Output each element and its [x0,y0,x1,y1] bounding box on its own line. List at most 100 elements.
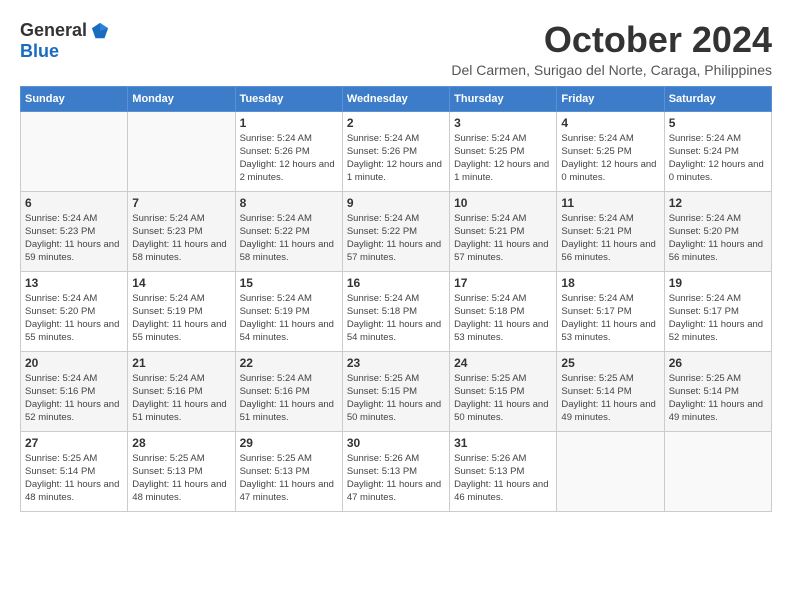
calendar-day-cell: 5 Sunrise: 5:24 AMSunset: 5:24 PMDaylight… [664,111,771,191]
day-number: 6 [25,196,123,210]
day-sun-info: Sunrise: 5:25 AMSunset: 5:13 PMDaylight:… [240,452,338,505]
day-sun-info: Sunrise: 5:24 AMSunset: 5:26 PMDaylight:… [240,132,338,185]
weekday-header: Friday [557,86,664,111]
calendar-day-cell: 24 Sunrise: 5:25 AMSunset: 5:15 PMDayligh… [450,351,557,431]
day-number: 19 [669,276,767,290]
day-number: 20 [25,356,123,370]
day-number: 25 [561,356,659,370]
calendar-day-cell: 30Sunrise: 5:26 AMSunset: 5:13 PMDayligh… [342,431,449,511]
calendar-day-cell: 31 Sunrise: 5:26 AMSunset: 5:13 PMDayligh… [450,431,557,511]
calendar-day-cell: 7 Sunrise: 5:24 AMSunset: 5:23 PMDaylight… [128,191,235,271]
day-sun-info: Sunrise: 5:24 AMSunset: 5:20 PMDaylight:… [25,292,123,345]
day-number: 31 [454,436,552,450]
day-sun-info: Sunrise: 5:24 AMSunset: 5:17 PMDaylight:… [561,292,659,345]
calendar-day-cell [557,431,664,511]
calendar-day-cell: 9 Sunrise: 5:24 AMSunset: 5:22 PMDaylight… [342,191,449,271]
calendar-day-cell: 11 Sunrise: 5:24 AMSunset: 5:21 PMDayligh… [557,191,664,271]
day-sun-info: Sunrise: 5:24 AMSunset: 5:18 PMDaylight:… [454,292,552,345]
calendar-day-cell: 3 Sunrise: 5:24 AMSunset: 5:25 PMDaylight… [450,111,557,191]
calendar-day-cell: 28 Sunrise: 5:25 AMSunset: 5:13 PMDayligh… [128,431,235,511]
day-number: 13 [25,276,123,290]
day-number: 17 [454,276,552,290]
day-number: 22 [240,356,338,370]
weekday-header: Wednesday [342,86,449,111]
day-sun-info: Sunrise: 5:25 AMSunset: 5:14 PMDaylight:… [669,372,767,425]
calendar-day-cell: 17 Sunrise: 5:24 AMSunset: 5:18 PMDayligh… [450,271,557,351]
calendar-day-cell: 6Sunrise: 5:24 AMSunset: 5:23 PMDaylight… [21,191,128,271]
day-sun-info: Sunrise: 5:24 AMSunset: 5:26 PMDaylight:… [347,132,445,185]
calendar-week-row: 13 Sunrise: 5:24 AMSunset: 5:20 PMDayligh… [21,271,772,351]
logo-general-text: General [20,20,87,41]
calendar-day-cell: 14Sunrise: 5:24 AMSunset: 5:19 PMDayligh… [128,271,235,351]
logo: General Blue [20,20,109,62]
calendar-day-cell: 15 Sunrise: 5:24 AMSunset: 5:19 PMDayligh… [235,271,342,351]
calendar-day-cell: 20 Sunrise: 5:24 AMSunset: 5:16 PMDayligh… [21,351,128,431]
location-subtitle: Del Carmen, Surigao del Norte, Caraga, P… [451,62,772,78]
title-section: October 2024 Del Carmen, Surigao del Nor… [451,20,772,78]
calendar-day-cell: 23Sunrise: 5:25 AMSunset: 5:15 PMDayligh… [342,351,449,431]
day-sun-info: Sunrise: 5:24 AMSunset: 5:19 PMDaylight:… [240,292,338,345]
day-sun-info: Sunrise: 5:26 AMSunset: 5:13 PMDaylight:… [454,452,552,505]
day-sun-info: Sunrise: 5:24 AMSunset: 5:23 PMDaylight:… [132,212,230,265]
calendar-day-cell [128,111,235,191]
day-sun-info: Sunrise: 5:24 AMSunset: 5:22 PMDaylight:… [347,212,445,265]
day-number: 16 [347,276,445,290]
calendar-day-cell: 2 Sunrise: 5:24 AMSunset: 5:26 PMDaylight… [342,111,449,191]
calendar-week-row: 27 Sunrise: 5:25 AMSunset: 5:14 PMDayligh… [21,431,772,511]
day-sun-info: Sunrise: 5:25 AMSunset: 5:13 PMDaylight:… [132,452,230,505]
weekday-header: Monday [128,86,235,111]
day-sun-info: Sunrise: 5:24 AMSunset: 5:18 PMDaylight:… [347,292,445,345]
day-sun-info: Sunrise: 5:24 AMSunset: 5:21 PMDaylight:… [561,212,659,265]
calendar-day-cell [664,431,771,511]
calendar-day-cell: 21Sunrise: 5:24 AMSunset: 5:16 PMDayligh… [128,351,235,431]
weekday-header: Sunday [21,86,128,111]
calendar-header-row: SundayMondayTuesdayWednesdayThursdayFrid… [21,86,772,111]
day-sun-info: Sunrise: 5:25 AMSunset: 5:14 PMDaylight:… [25,452,123,505]
page-header: General Blue October 2024 Del Carmen, Su… [20,20,772,78]
day-number: 7 [132,196,230,210]
day-sun-info: Sunrise: 5:24 AMSunset: 5:16 PMDaylight:… [132,372,230,425]
day-number: 1 [240,116,338,130]
calendar-day-cell: 13 Sunrise: 5:24 AMSunset: 5:20 PMDayligh… [21,271,128,351]
day-number: 29 [240,436,338,450]
day-number: 3 [454,116,552,130]
day-number: 18 [561,276,659,290]
calendar-day-cell: 26 Sunrise: 5:25 AMSunset: 5:14 PMDayligh… [664,351,771,431]
day-sun-info: Sunrise: 5:24 AMSunset: 5:24 PMDaylight:… [669,132,767,185]
calendar-day-cell: 25Sunrise: 5:25 AMSunset: 5:14 PMDayligh… [557,351,664,431]
day-sun-info: Sunrise: 5:24 AMSunset: 5:25 PMDaylight:… [454,132,552,185]
day-sun-info: Sunrise: 5:25 AMSunset: 5:15 PMDaylight:… [454,372,552,425]
day-number: 30 [347,436,445,450]
day-number: 4 [561,116,659,130]
calendar-day-cell: 10 Sunrise: 5:24 AMSunset: 5:21 PMDayligh… [450,191,557,271]
calendar-table: SundayMondayTuesdayWednesdayThursdayFrid… [20,86,772,512]
day-number: 10 [454,196,552,210]
day-number: 27 [25,436,123,450]
day-number: 15 [240,276,338,290]
calendar-day-cell: 19 Sunrise: 5:24 AMSunset: 5:17 PMDayligh… [664,271,771,351]
day-number: 24 [454,356,552,370]
day-sun-info: Sunrise: 5:24 AMSunset: 5:22 PMDaylight:… [240,212,338,265]
calendar-day-cell [21,111,128,191]
calendar-day-cell: 4Sunrise: 5:24 AMSunset: 5:25 PMDaylight… [557,111,664,191]
day-number: 11 [561,196,659,210]
calendar-week-row: 20 Sunrise: 5:24 AMSunset: 5:16 PMDayligh… [21,351,772,431]
weekday-header: Saturday [664,86,771,111]
day-number: 26 [669,356,767,370]
day-number: 8 [240,196,338,210]
day-number: 28 [132,436,230,450]
calendar-week-row: 1 Sunrise: 5:24 AMSunset: 5:26 PMDaylight… [21,111,772,191]
day-number: 9 [347,196,445,210]
weekday-header: Thursday [450,86,557,111]
calendar-day-cell: 8 Sunrise: 5:24 AMSunset: 5:22 PMDaylight… [235,191,342,271]
day-number: 5 [669,116,767,130]
calendar-day-cell: 18 Sunrise: 5:24 AMSunset: 5:17 PMDayligh… [557,271,664,351]
day-number: 2 [347,116,445,130]
day-sun-info: Sunrise: 5:24 AMSunset: 5:17 PMDaylight:… [669,292,767,345]
day-sun-info: Sunrise: 5:24 AMSunset: 5:21 PMDaylight:… [454,212,552,265]
logo-flag-icon [91,22,109,40]
month-title: October 2024 [451,20,772,60]
calendar-day-cell: 27 Sunrise: 5:25 AMSunset: 5:14 PMDayligh… [21,431,128,511]
day-sun-info: Sunrise: 5:24 AMSunset: 5:16 PMDaylight:… [25,372,123,425]
calendar-day-cell: 1 Sunrise: 5:24 AMSunset: 5:26 PMDaylight… [235,111,342,191]
